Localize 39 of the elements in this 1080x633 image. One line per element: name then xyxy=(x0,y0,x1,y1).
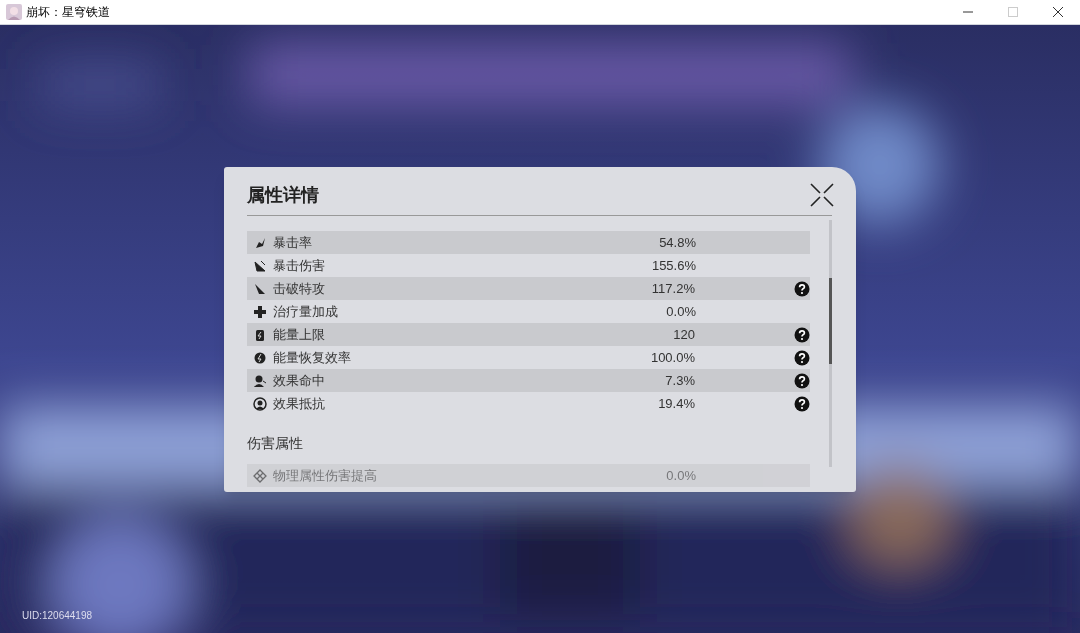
stat-value: 0.0% xyxy=(665,466,696,485)
stat-label: 暴击率 xyxy=(273,233,313,252)
stat-label: 击破特攻 xyxy=(273,279,326,298)
help-icon[interactable] xyxy=(794,280,810,297)
stat-value: 117.2% xyxy=(650,279,695,298)
stat-icon xyxy=(253,258,267,273)
stat-value: 155.6% xyxy=(650,256,696,275)
window-title: 崩坏：星穹铁道 xyxy=(26,4,110,21)
section-heading: 伤害属性 xyxy=(247,434,304,453)
help-icon[interactable] xyxy=(794,372,810,389)
dialog-title: 属性详情 xyxy=(247,183,319,207)
uid-label: UID:120644198 xyxy=(22,609,93,623)
stat-value: 120 xyxy=(672,325,695,344)
stat-value: 0.0% xyxy=(665,302,696,321)
scrollbar[interactable] xyxy=(829,220,832,467)
stat-value: 7.3% xyxy=(664,371,695,390)
stat-label: 暴击伤害 xyxy=(273,256,326,275)
stat-label: 效果命中 xyxy=(273,371,326,390)
stat-label: 治疗量加成 xyxy=(273,302,339,321)
stat-icon xyxy=(253,304,267,319)
stat-icon xyxy=(253,350,267,365)
app-icon xyxy=(6,4,22,20)
stat-icon xyxy=(253,327,267,342)
stat-value: 19.4% xyxy=(657,394,695,413)
stat-icon xyxy=(253,396,267,411)
help-icon[interactable] xyxy=(794,349,810,366)
help-icon[interactable] xyxy=(794,326,810,343)
close-icon[interactable] xyxy=(1052,7,1063,17)
stat-label: 效果抵抗 xyxy=(273,394,326,413)
stat-icon xyxy=(253,281,267,296)
stat-label: 能量上限 xyxy=(273,325,326,344)
stat-icon xyxy=(253,373,267,388)
stat-value: 54.8% xyxy=(658,233,696,252)
help-icon[interactable] xyxy=(794,395,810,412)
stat-label: 能量恢复效率 xyxy=(273,348,352,367)
stat-icon xyxy=(253,468,267,483)
stat-value: 100.0% xyxy=(649,348,695,367)
stat-label: 物理属性伤害提高 xyxy=(273,466,378,485)
close-button[interactable] xyxy=(810,183,834,207)
